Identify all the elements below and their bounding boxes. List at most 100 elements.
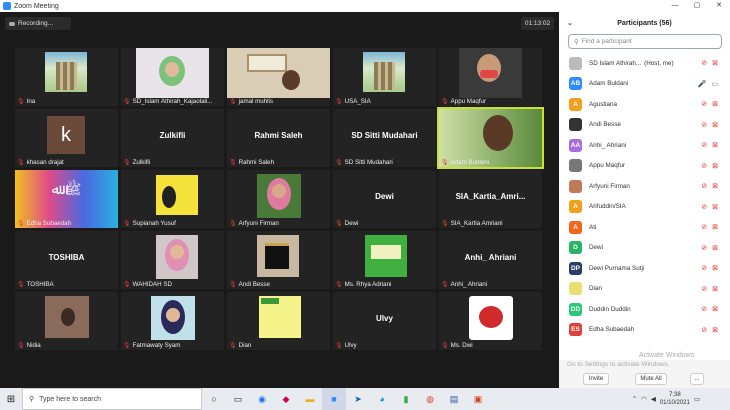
video-tile[interactable]: 🎙 Arfyuni Firman <box>227 170 330 228</box>
video-off-icon[interactable]: ⊠ <box>712 100 718 108</box>
video-tile[interactable]: 🎙 Nidia <box>15 292 118 350</box>
participant-row[interactable]: SD Islam Athirah... (Host, me) ⊘ ⊠ <box>559 53 730 74</box>
green-app-icon[interactable]: ▮ <box>394 388 418 410</box>
minimize-button[interactable]: — <box>664 0 686 12</box>
mic-muted-icon[interactable]: ⊘ <box>701 264 707 272</box>
video-tile[interactable]: 🎙 SD_Islam Athirah_Kajaolali... <box>121 48 224 106</box>
mic-muted-icon: 🎙 <box>229 343 237 349</box>
video-off-icon[interactable]: ⊠ <box>712 162 718 170</box>
task-view-icon[interactable]: ▭ <box>226 388 250 410</box>
mic-muted-icon[interactable]: ⊘ <box>701 285 707 293</box>
participant-name: Dewi <box>589 244 603 252</box>
video-on-icon[interactable]: ▭ <box>711 80 718 88</box>
mic-muted-icon[interactable]: ⊘ <box>701 223 707 231</box>
participant-row[interactable]: A Ati ⊘ ⊠ <box>559 217 730 238</box>
video-tile[interactable]: Rahmi Saleh 🎙 Rahmi Saleh <box>227 109 330 167</box>
video-off-icon[interactable]: ⊠ <box>712 141 718 149</box>
mic-muted-icon[interactable]: ⊘ <box>701 203 707 211</box>
participant-row[interactable]: DP Dewi Purnama Sutji ⊘ ⊠ <box>559 258 730 279</box>
video-off-icon[interactable]: ⊠ <box>712 182 718 190</box>
video-tile[interactable]: 🎙 Andi Besse <box>227 231 330 289</box>
video-off-icon[interactable]: ⊠ <box>712 285 718 293</box>
video-off-icon[interactable]: ⊠ <box>712 59 718 67</box>
video-tile[interactable]: Zulkifli 🎙 Zulkifli <box>121 109 224 167</box>
participant-row[interactable]: Dian ⊘ ⊠ <box>559 279 730 300</box>
participant-row[interactable]: A Arifuddin/SIA ⊘ ⊠ <box>559 197 730 218</box>
browser-icon[interactable]: ◉ <box>250 388 274 410</box>
mute-all-button[interactable]: Mute All <box>635 373 667 385</box>
video-tile[interactable]: 🎙 Ms. Rhya Adriani <box>333 231 436 289</box>
close-button[interactable]: ✕ <box>708 0 730 12</box>
video-off-icon[interactable]: ⊠ <box>712 264 718 272</box>
video-tile[interactable]: 🎙 jamal muhlis <box>227 48 330 106</box>
mic-muted-icon[interactable]: ⊘ <box>701 100 707 108</box>
participant-row[interactable]: Arfyuni Firman ⊘ ⊠ <box>559 176 730 197</box>
chevron-up-icon[interactable]: ⌃ <box>632 395 637 403</box>
video-tile[interactable]: Ulvy 🎙 Ulvy <box>333 292 436 350</box>
participant-row[interactable]: A Agustiana ⊘ ⊠ <box>559 94 730 115</box>
maximize-button[interactable]: ▢ <box>686 0 708 12</box>
video-tile[interactable]: Anhi_ Ahriani 🎙 Anhi_ Ahriani <box>439 231 542 289</box>
video-tile[interactable]: 🎙 Ina <box>15 48 118 106</box>
mic-muted-icon[interactable]: ⊘ <box>701 162 707 170</box>
video-tile[interactable]: 🎙 Ms. Dwi <box>439 292 542 350</box>
chrome-icon[interactable]: ◍ <box>418 388 442 410</box>
tile-name-label: 🎙 Dian <box>229 342 251 349</box>
mic-muted-icon[interactable]: ⊘ <box>701 141 707 149</box>
speaker-icon[interactable]: ◀ <box>651 395 656 403</box>
arrow-app-icon[interactable]: ➤ <box>346 388 370 410</box>
wifi-icon[interactable]: ◠ <box>641 395 647 403</box>
participant-search-input[interactable]: ⚲ Find a participant <box>568 34 722 49</box>
video-off-icon[interactable]: ⊠ <box>712 203 718 211</box>
video-tile[interactable]: SIA_Kartia_Amri... 🎙 SIA_Kartia Amriani <box>439 170 542 228</box>
participant-row[interactable]: D Dewi ⊘ ⊠ <box>559 238 730 259</box>
cortana-icon[interactable]: ○ <box>202 388 226 410</box>
video-tile[interactable]: 🎙 Supianah Yusuf <box>121 170 224 228</box>
video-tile[interactable]: 🎙 Adam Buldani <box>437 107 544 169</box>
video-tile[interactable]: ﷺ ﷲ 🎙 Edha Subaedah <box>15 170 118 228</box>
participant-row[interactable]: ES Edha Subaedah ⊘ ⊠ <box>559 320 730 341</box>
edge-icon[interactable]: ◕ <box>370 388 394 410</box>
mic-muted-icon[interactable]: ⊘ <box>701 121 707 129</box>
file-explorer-icon[interactable]: ▬ <box>298 388 322 410</box>
mic-muted-icon[interactable]: ⊘ <box>701 244 707 252</box>
participant-row[interactable]: AA Anhi_ Ahriani ⊘ ⊠ <box>559 135 730 156</box>
paint-icon[interactable]: ◆ <box>274 388 298 410</box>
clock[interactable]: 7:38 01/10/2021 <box>660 391 690 407</box>
video-off-icon[interactable]: ⊠ <box>712 326 718 334</box>
windows-start-icon[interactable]: ⊞ <box>0 394 22 405</box>
video-tile[interactable]: 🎙 USA_SIA <box>333 48 436 106</box>
video-tile[interactable]: 🎙 Appu Maqfur <box>439 48 542 106</box>
participant-row[interactable]: Appu Maqfur ⊘ ⊠ <box>559 156 730 177</box>
video-off-icon[interactable]: ⊠ <box>712 244 718 252</box>
mic-muted-icon: 🎙 <box>17 99 25 105</box>
taskbar-search-box[interactable]: ⚲ Type here to search <box>22 388 202 410</box>
recording-indicator[interactable]: Recording... <box>5 17 71 30</box>
participant-row[interactable]: DD Duddin Duddin ⊘ ⊠ <box>559 299 730 320</box>
video-tile[interactable]: 🎙 WAHIDAH SD <box>121 231 224 289</box>
collapse-chevron-icon[interactable]: ⌄ <box>567 19 573 27</box>
video-tile[interactable]: TOSHIBA 🎙 TOSHIBA <box>15 231 118 289</box>
mic-on-icon[interactable]: 🎤 <box>698 80 707 88</box>
mic-muted-icon[interactable]: ⊘ <box>701 305 707 313</box>
mic-muted-icon[interactable]: ⊘ <box>701 326 707 334</box>
video-tile[interactable]: SD Sitti Mudahari 🎙 SD Sitti Mudahari <box>333 109 436 167</box>
video-off-icon[interactable]: ⊠ <box>712 223 718 231</box>
more-button[interactable]: ... <box>690 373 704 385</box>
video-off-icon[interactable]: ⊠ <box>712 305 718 313</box>
video-off-icon[interactable]: ⊠ <box>712 121 718 129</box>
participant-row[interactable]: AB Adam Buldani 🎤 ▭ <box>559 74 730 95</box>
participant-row[interactable]: Andi Besse ⊘ ⊠ <box>559 115 730 136</box>
video-tile[interactable]: 🎙 Fatmawaty Syam <box>121 292 224 350</box>
notification-icon[interactable]: ▭ <box>694 395 700 403</box>
video-tile[interactable]: 🎙 Dian <box>227 292 330 350</box>
participant-name: WAHIDAH SD <box>132 281 172 288</box>
zoom-taskbar-icon[interactable]: ■ <box>322 388 346 410</box>
video-tile[interactable]: Dewi 🎙 Dewi <box>333 170 436 228</box>
powerpoint-icon[interactable]: ▣ <box>466 388 490 410</box>
mic-muted-icon[interactable]: ⊘ <box>701 182 707 190</box>
word-icon[interactable]: ▤ <box>442 388 466 410</box>
video-tile[interactable]: k 🎙 khasan drajat <box>15 109 118 167</box>
invite-button[interactable]: Invite <box>583 373 609 385</box>
mic-muted-icon[interactable]: ⊘ <box>701 59 707 67</box>
